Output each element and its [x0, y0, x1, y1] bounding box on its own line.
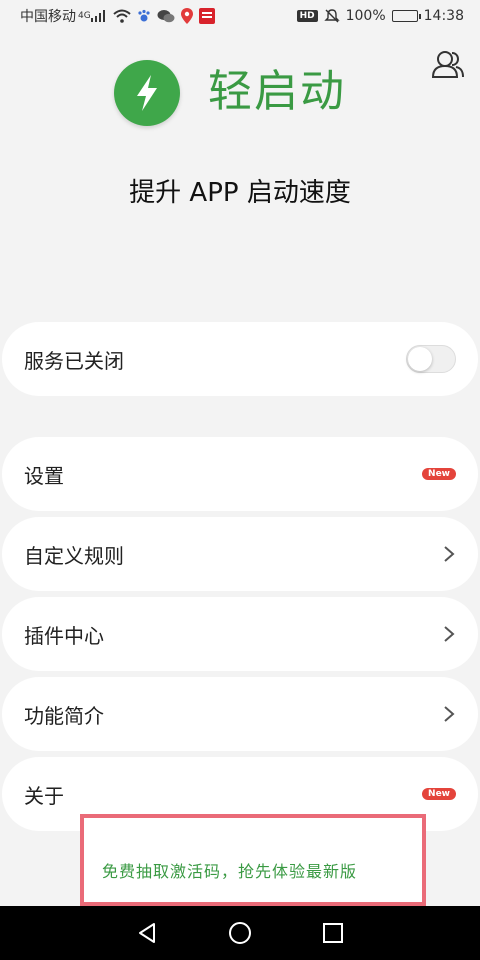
battery-percent: 100%	[345, 8, 386, 24]
network-type: 4G	[78, 11, 91, 21]
activation-code-promo-banner[interactable]: 免费抽取激活码，抢先体验最新版	[80, 814, 426, 906]
wechat-icon	[157, 9, 175, 23]
back-triangle-icon	[138, 923, 155, 943]
battery-icon	[391, 10, 421, 22]
menu-item-label: 设置	[24, 463, 64, 488]
status-bar: 中国移动 4G HD 100% 14:38	[0, 0, 480, 32]
wifi-icon	[113, 9, 131, 23]
service-status-label: 服务已关闭	[24, 348, 124, 373]
recents-square-icon	[323, 923, 344, 943]
menu-item-settings[interactable]: 设置 New	[2, 437, 478, 511]
menu-item-label: 功能简介	[24, 703, 104, 728]
menu-item-custom-rules[interactable]: 自定义规则	[2, 517, 478, 591]
new-badge: New	[422, 468, 456, 480]
service-toggle-row[interactable]: 服务已关闭	[2, 322, 478, 396]
menu-item-label: 插件中心	[24, 623, 104, 648]
paw-icon	[137, 9, 151, 23]
chevron-right-icon	[444, 706, 455, 722]
chevron-right-icon	[444, 626, 455, 642]
menu-item-plugin-center[interactable]: 插件中心	[2, 597, 478, 671]
mute-bell-icon	[323, 8, 340, 24]
back-button[interactable]	[132, 918, 162, 948]
location-pin-icon	[180, 8, 193, 24]
new-badge: New	[422, 788, 456, 800]
menu-item-label: 关于	[24, 783, 64, 808]
recents-button[interactable]	[318, 918, 348, 948]
home-button[interactable]	[225, 918, 255, 948]
chevron-right-icon	[444, 546, 455, 562]
menu-item-feature-intro[interactable]: 功能简介	[2, 677, 478, 751]
clock: 14:38	[423, 8, 464, 24]
system-navigation-bar	[0, 906, 480, 960]
user-profile-button[interactable]	[430, 48, 466, 80]
promo-text: 免费抽取激活码，抢先体验最新版	[102, 862, 358, 881]
users-icon	[431, 51, 464, 78]
app-title: 轻启动	[208, 66, 346, 117]
lightning-icon	[137, 75, 157, 111]
carrier-name: 中国移动	[20, 9, 76, 25]
status-right: HD 100% 14:38	[296, 8, 464, 24]
signal-icon: 4G	[78, 10, 107, 22]
app-logo	[114, 60, 180, 126]
service-toggle[interactable]	[406, 345, 456, 373]
hd-icon: HD	[296, 10, 318, 22]
menu-item-label: 自定义规则	[24, 543, 124, 568]
toggle-knob	[408, 347, 432, 371]
status-left: 中国移动 4G	[20, 6, 215, 26]
home-circle-icon	[228, 922, 251, 944]
app-notification-icon	[198, 8, 215, 24]
subtitle: 提升 APP 启动速度	[129, 178, 351, 208]
